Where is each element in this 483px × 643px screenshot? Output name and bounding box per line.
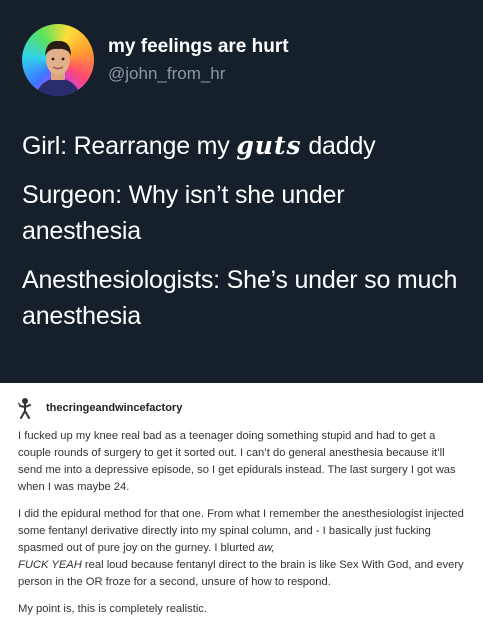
- profile-avatar[interactable]: [22, 24, 94, 96]
- emphasis-aw: aw,: [257, 542, 275, 554]
- post-body: I fucked up my knee real bad as a teenag…: [18, 428, 470, 628]
- post-paragraph-2-end: real loud because fentanyl direct to the…: [18, 559, 464, 588]
- tweet-line-girl: Girl: Rearrange my guts daddy: [22, 128, 467, 164]
- styled-word-guts: guts: [236, 131, 302, 160]
- tweet-line-girl-start: Girl: Rearrange my: [22, 132, 237, 160]
- tumblr-post: thecringeandwincefactory I fucked up my …: [0, 383, 483, 643]
- display-name[interactable]: my feelings are hurt: [108, 36, 289, 58]
- figure-avatar-icon[interactable]: [16, 397, 34, 419]
- tweet-text: Girl: Rearrange my guts daddy Surgeon: W…: [22, 128, 467, 347]
- post-paragraph-2-start: I did the epidural method for that one. …: [18, 508, 464, 554]
- emphasis-fuck-yeah: FUCK YEAH: [18, 559, 82, 571]
- post-paragraph-1: I fucked up my knee real bad as a teenag…: [18, 430, 456, 493]
- tweet-card: my feelings are hurt @john_from_hr Girl:…: [0, 0, 483, 383]
- post-header: thecringeandwincefactory: [12, 397, 452, 419]
- person-photo-icon: [35, 40, 81, 96]
- tweet-line-surgeon: Surgeon: Why isn’t she under anesthesia: [22, 181, 345, 245]
- post-username[interactable]: thecringeandwincefactory: [46, 402, 182, 414]
- tweet-line-anesthesiologists: Anesthesiologists: She’s under so much a…: [22, 266, 458, 330]
- post-paragraph-3: My point is, this is completely realisti…: [18, 603, 208, 615]
- user-handle[interactable]: @john_from_hr: [108, 64, 225, 84]
- post-paragraph-2: I did the epidural method for that one. …: [18, 506, 470, 591]
- tweet-header: my feelings are hurt @john_from_hr: [22, 24, 462, 96]
- tweet-line-girl-end: daddy: [301, 132, 376, 160]
